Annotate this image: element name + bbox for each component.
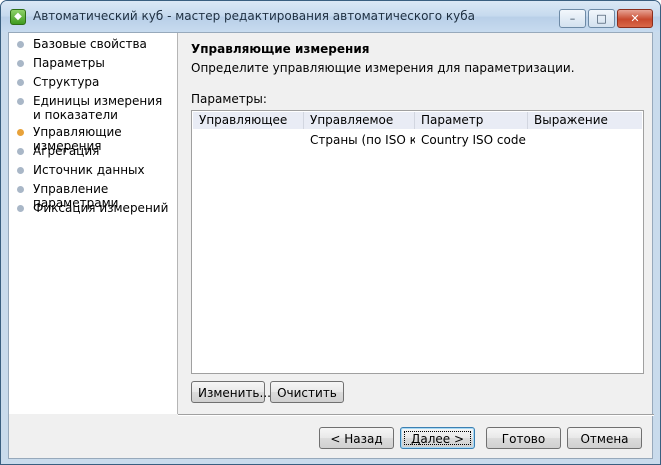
page-title: Управляющие измерения — [191, 42, 370, 56]
step-label: Агрегация — [33, 144, 100, 158]
parameters-label: Параметры: — [191, 92, 267, 106]
step-label: Базовые свойства — [33, 37, 147, 51]
step-bullet-icon — [17, 98, 24, 105]
cancel-button[interactable]: Отмена — [567, 427, 642, 449]
step-bullet-icon — [17, 167, 24, 174]
next-button[interactable]: Далее > — [400, 427, 475, 449]
column-header-expression[interactable]: Выражение — [528, 112, 642, 129]
step-label: Единицы измерения и показатели — [33, 94, 163, 122]
step-bullet-icon — [17, 60, 24, 67]
grid-header: Управляющее Управляемое Параметр Выражен… — [193, 112, 642, 129]
cell-controlled[interactable]: Страны (по ISO ко... — [304, 132, 415, 149]
step-bullet-icon — [17, 129, 24, 136]
cell-parameter[interactable]: Country ISO code — [415, 132, 528, 149]
parameters-grid[interactable]: Управляющее Управляемое Параметр Выражен… — [191, 110, 644, 374]
step-label: Источник данных — [33, 163, 145, 177]
minimize-button[interactable]: – — [559, 9, 586, 28]
wizard-client-area: Базовые свойства Параметры Структура Еди… — [8, 32, 654, 459]
step-bullet-icon — [17, 205, 24, 212]
maximize-button[interactable]: □ — [588, 9, 615, 28]
clear-button[interactable]: Очистить — [270, 381, 344, 403]
step-label: Структура — [33, 75, 100, 89]
step-bullet-icon — [17, 148, 24, 155]
column-header-controlled[interactable]: Управляемое — [304, 112, 415, 129]
step-label: Параметры — [33, 56, 105, 70]
focus-rectangle — [404, 431, 471, 445]
back-button[interactable]: < Назад — [319, 427, 394, 449]
cube-app-icon: ◆ — [10, 9, 26, 25]
close-button[interactable]: ✕ — [617, 9, 653, 28]
step-bullet-icon — [17, 79, 24, 86]
wizard-window: ◆ Автоматический куб - мастер редактиров… — [0, 0, 661, 465]
wizard-page: Управляющие измерения Определите управля… — [178, 33, 652, 414]
title-bar[interactable]: ◆ Автоматический куб - мастер редактиров… — [1, 1, 660, 32]
column-header-controlling[interactable]: Управляющее — [193, 112, 304, 129]
step-bullet-icon — [17, 41, 24, 48]
step-label: Фиксация измерений — [33, 201, 169, 215]
edit-button[interactable]: Изменить... — [191, 381, 271, 403]
cell-controlling[interactable] — [193, 132, 304, 149]
step-bullet-icon — [17, 186, 24, 193]
finish-button[interactable]: Готово — [486, 427, 561, 449]
cell-expression[interactable] — [528, 132, 642, 149]
window-title: Автоматический куб - мастер редактирован… — [33, 9, 475, 23]
wizard-steps-sidebar: Базовые свойства Параметры Структура Еди… — [9, 33, 178, 414]
column-header-parameter[interactable]: Параметр — [415, 112, 528, 129]
page-description: Определите управляющие измерения для пар… — [191, 61, 575, 75]
footer-divider — [178, 414, 654, 416]
